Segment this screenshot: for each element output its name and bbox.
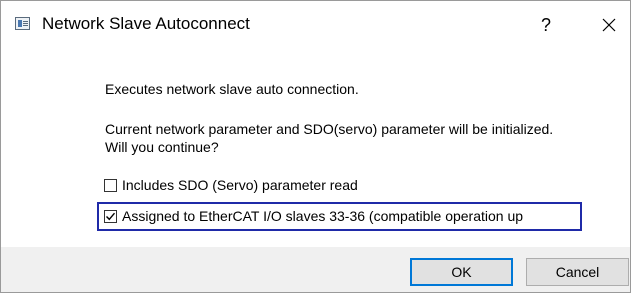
option-sdo-read[interactable]: Includes SDO (Servo) parameter read bbox=[104, 175, 358, 195]
help-button[interactable]: ? bbox=[533, 11, 559, 39]
ethercat-slaves-label: Assigned to EtherCAT I/O slaves 33-36 (c… bbox=[122, 208, 524, 224]
ethercat-slaves-checkbox[interactable] bbox=[104, 209, 117, 223]
window-title: Network Slave Autoconnect bbox=[42, 14, 250, 33]
checkmark-icon bbox=[106, 212, 116, 220]
cancel-button[interactable]: Cancel bbox=[526, 258, 629, 286]
sdo-read-checkbox[interactable] bbox=[104, 178, 117, 192]
ok-button[interactable]: OK bbox=[410, 258, 513, 286]
button-bar: OK Cancel bbox=[1, 247, 630, 292]
message-line-2: Current network parameter and SDO(servo)… bbox=[105, 121, 554, 137]
autoconnect-dialog: Network Slave Autoconnect ? Executes net… bbox=[0, 0, 631, 293]
title-bar[interactable]: Network Slave Autoconnect ? bbox=[1, 1, 630, 47]
sdo-read-label: Includes SDO (Servo) parameter read bbox=[122, 177, 358, 193]
app-window-icon bbox=[15, 17, 30, 30]
message-line-3: Will you continue? bbox=[105, 139, 219, 155]
close-icon bbox=[602, 18, 616, 32]
close-button[interactable] bbox=[594, 11, 624, 39]
message-line-1: Executes network slave auto connection. bbox=[105, 81, 359, 97]
option-ethercat-slaves[interactable]: Assigned to EtherCAT I/O slaves 33-36 (c… bbox=[104, 206, 523, 226]
